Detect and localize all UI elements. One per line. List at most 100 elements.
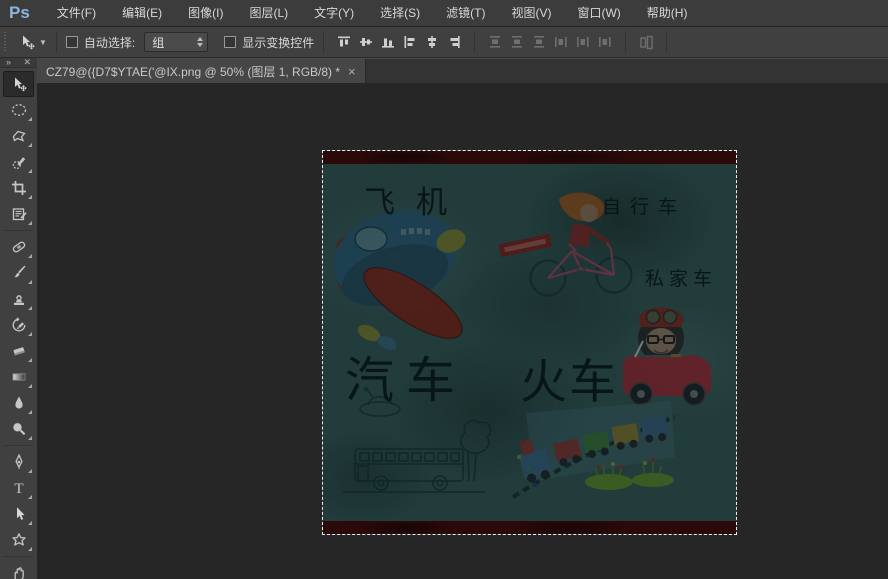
dodge-tool[interactable] xyxy=(3,416,34,442)
menu-type[interactable]: 文字(Y) xyxy=(301,0,367,26)
menu-filter[interactable]: 滤镜(T) xyxy=(433,0,498,26)
show-transform-checkbox[interactable] xyxy=(224,36,236,48)
flyout-triangle-icon xyxy=(28,495,32,499)
photoshop-logo: Ps xyxy=(9,3,30,23)
canvas-document[interactable]: 飞机自行车私家车汽车火车 xyxy=(322,150,737,535)
chevron-down-icon: ▼ xyxy=(39,38,47,47)
tool-separator xyxy=(4,556,33,557)
separator xyxy=(323,31,324,53)
options-bar: ▼ 自动选择: 组 显示变换控件 xyxy=(0,27,888,58)
flyout-triangle-icon xyxy=(28,169,32,173)
tools-panel-close-icon[interactable]: ✕ xyxy=(23,58,31,67)
align-right-edges-icon[interactable] xyxy=(443,32,465,52)
menu-edit[interactable]: 编辑(E) xyxy=(109,0,175,26)
align-bottom-edges-icon[interactable] xyxy=(377,32,399,52)
stepper-icon xyxy=(197,37,203,47)
options-bar-grip[interactable] xyxy=(3,32,8,52)
elliptical-marquee-tool[interactable] xyxy=(3,97,34,123)
note-tool[interactable] xyxy=(3,201,34,227)
banner-illustration xyxy=(498,234,552,258)
separator xyxy=(56,31,57,53)
tools-panel: » ✕ T xyxy=(0,58,37,579)
brush-tool[interactable] xyxy=(3,260,34,286)
menu-bar: Ps 文件(F)编辑(E)图像(I)图层(L)文字(Y)选择(S)滤镜(T)视图… xyxy=(0,0,888,27)
distribute-right-edges-icon[interactable] xyxy=(594,32,616,52)
separator xyxy=(474,31,475,53)
tools-list: T xyxy=(0,71,37,579)
tool-preset-picker[interactable]: ▼ xyxy=(18,33,47,51)
align-top-edges-icon[interactable] xyxy=(333,32,355,52)
separator xyxy=(666,31,667,53)
flyout-triangle-icon xyxy=(28,117,32,121)
distribute-vertical-centers-icon[interactable] xyxy=(506,32,528,52)
menu-help[interactable]: 帮助(H) xyxy=(634,0,701,26)
flyout-triangle-icon xyxy=(28,143,32,147)
auto-align-group xyxy=(635,32,657,52)
flyout-triangle-icon xyxy=(28,358,32,362)
pasteboard[interactable]: 飞机自行车私家车汽车火车 xyxy=(37,83,888,579)
label-airplane: 飞机 xyxy=(364,177,468,222)
menu-layer[interactable]: 图层(L) xyxy=(236,0,301,26)
custom-shape-tool[interactable] xyxy=(3,527,34,553)
history-brush-tool[interactable] xyxy=(3,312,34,338)
menu-window[interactable]: 窗口(W) xyxy=(564,0,633,26)
hand-tool[interactable] xyxy=(3,560,34,579)
menu-file[interactable]: 文件(F) xyxy=(44,0,109,26)
tool-separator xyxy=(4,230,33,231)
label-bicycle: 自行车 xyxy=(602,192,686,219)
menu-view[interactable]: 视图(V) xyxy=(498,0,564,26)
gradient-tool[interactable] xyxy=(3,364,34,390)
label-train: 火车 xyxy=(520,343,618,412)
flyout-triangle-icon xyxy=(28,280,32,284)
car-girl-illustration xyxy=(623,308,711,406)
align-vertical-centers-icon[interactable] xyxy=(355,32,377,52)
tab-close-icon[interactable]: × xyxy=(348,64,356,79)
spot-healing-brush-tool[interactable] xyxy=(3,234,34,260)
distribute-left-edges-icon[interactable] xyxy=(550,32,572,52)
flyout-triangle-icon xyxy=(28,521,32,525)
flyout-triangle-icon xyxy=(28,254,32,258)
flyout-triangle-icon xyxy=(28,384,32,388)
clone-stamp-tool[interactable] xyxy=(3,286,34,312)
pen-tool[interactable] xyxy=(3,449,34,475)
distribute-icons-group xyxy=(484,32,616,52)
photoshop-window: Ps 文件(F)编辑(E)图像(I)图层(L)文字(Y)选择(S)滤镜(T)视图… xyxy=(0,0,888,579)
label-car: 汽车 xyxy=(345,341,467,412)
lasso-tool[interactable] xyxy=(3,123,34,149)
align-icons-group xyxy=(333,32,465,52)
collapse-panel-icon[interactable]: » xyxy=(6,58,11,67)
separator xyxy=(625,31,626,53)
workspace: » ✕ T CZ79@({D7$YTAE('@IX.png @ 50% (图层 … xyxy=(0,58,888,579)
blur-tool[interactable] xyxy=(3,390,34,416)
flyout-triangle-icon xyxy=(28,547,32,551)
move-tool-icon xyxy=(18,33,36,51)
type-tool[interactable]: T xyxy=(3,475,34,501)
auto-select-label: 自动选择: xyxy=(84,34,135,51)
move-tool[interactable] xyxy=(3,71,34,97)
distribute-horizontal-centers-icon[interactable] xyxy=(572,32,594,52)
group-select[interactable]: 组 xyxy=(144,32,208,52)
menu-select[interactable]: 选择(S) xyxy=(367,0,433,26)
show-transform-label: 显示变换控件 xyxy=(242,34,314,51)
auto-align-layers-icon[interactable] xyxy=(635,32,657,52)
distribute-top-edges-icon[interactable] xyxy=(484,32,506,52)
flyout-triangle-icon xyxy=(28,332,32,336)
distribute-bottom-edges-icon[interactable] xyxy=(528,32,550,52)
path-selection-tool[interactable] xyxy=(3,501,34,527)
menu-image[interactable]: 图像(I) xyxy=(175,0,236,26)
document-area: CZ79@({D7$YTAE('@IX.png @ 50% (图层 1, RGB… xyxy=(37,58,888,579)
flyout-triangle-icon xyxy=(28,436,32,440)
menu-items: 文件(F)编辑(E)图像(I)图层(L)文字(Y)选择(S)滤镜(T)视图(V)… xyxy=(44,0,701,26)
flyout-triangle-icon xyxy=(28,410,32,414)
align-left-edges-icon[interactable] xyxy=(399,32,421,52)
document-tab[interactable]: CZ79@({D7$YTAE('@IX.png @ 50% (图层 1, RGB… xyxy=(37,59,366,83)
flyout-triangle-icon xyxy=(28,195,32,199)
crop-tool[interactable] xyxy=(3,175,34,201)
eraser-tool[interactable] xyxy=(3,338,34,364)
flyout-triangle-icon xyxy=(28,469,32,473)
auto-select-checkbox[interactable] xyxy=(66,36,78,48)
svg-text:T: T xyxy=(14,481,23,497)
tools-panel-header: » ✕ xyxy=(0,58,37,68)
quick-selection-tool[interactable] xyxy=(3,149,34,175)
align-horizontal-centers-icon[interactable] xyxy=(421,32,443,52)
